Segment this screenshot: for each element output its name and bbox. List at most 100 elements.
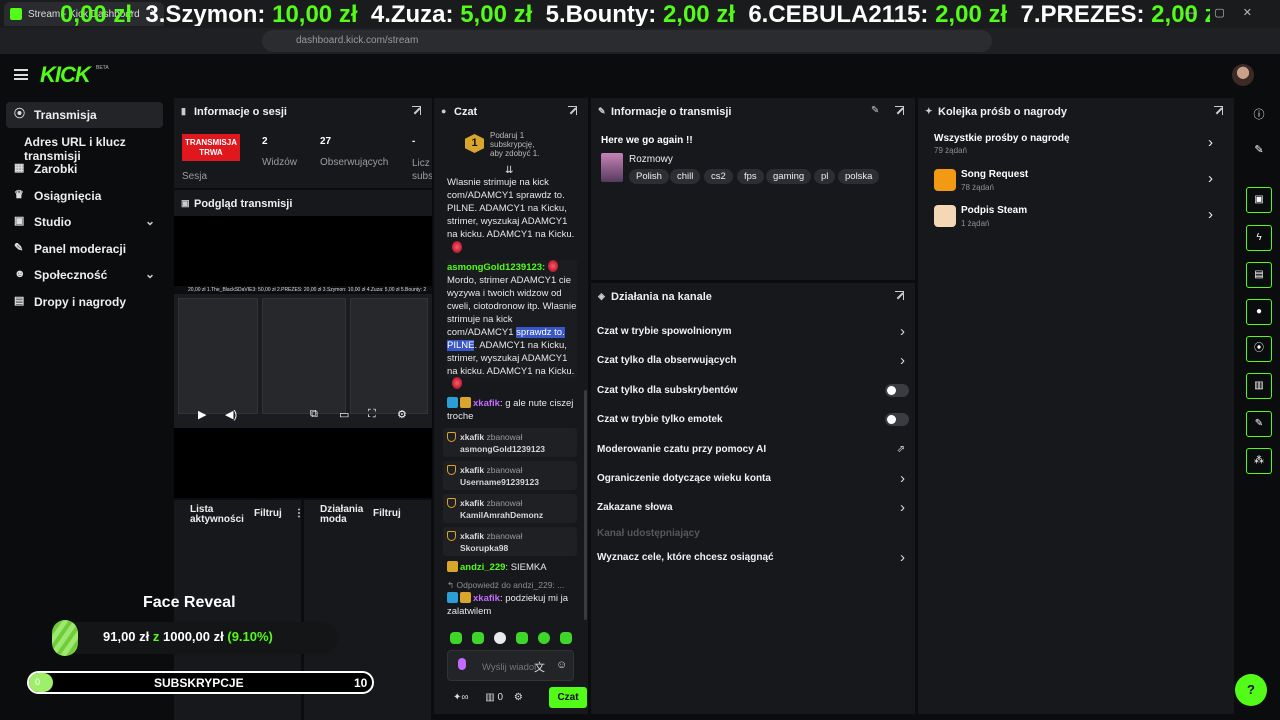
chevron-right-icon: › [900, 549, 905, 566]
emote-icon[interactable] [450, 632, 462, 644]
banned-user[interactable]: KamilAmrahDemonz [460, 510, 543, 520]
sidebar-item-osiagniecia[interactable]: ♛ Osiągnięcia [6, 183, 163, 209]
emote-icon[interactable] [538, 632, 550, 644]
account-age-setting[interactable]: Ograniczenie dotyczące wieku konta › [597, 470, 909, 487]
sidebar-item-panel-moderacji[interactable]: ✎ Panel moderacji [6, 236, 163, 262]
expand-icon[interactable] [895, 291, 904, 300]
translate-icon[interactable]: 文 [534, 659, 545, 675]
gear-icon[interactable]: ⚙ [514, 692, 523, 703]
filter-button[interactable]: Filtruj [254, 509, 282, 519]
slow-mode-setting[interactable]: Czat w trybie spowolnionym › [597, 323, 909, 340]
sidebar-item-dropy[interactable]: ▤ Dropy i nagrody [6, 289, 163, 315]
drag-handle-icon[interactable]: ⋮ [294, 509, 304, 519]
share-icon[interactable]: ⁂ [1246, 448, 1272, 474]
chat-username[interactable]: xkafik [473, 398, 500, 409]
set-goals-setting[interactable]: Wyznacz cele, które chcesz osiągnąć › [597, 549, 909, 566]
ticker-name: PREZES: [1040, 4, 1145, 26]
filter-button[interactable]: Filtruj [373, 509, 401, 519]
stream-preview-frame[interactable]: 20,00 zł 1.The_BlackSDaVIE3: 50,00 zł 2.… [174, 286, 432, 428]
window-controls[interactable]: —▢✕ [1185, 6, 1270, 19]
chat-bubble-icon[interactable]: ● [1246, 299, 1272, 325]
expand-icon[interactable] [895, 106, 904, 115]
gear-icon[interactable]: ⚙ [397, 408, 407, 421]
banned-user[interactable]: Username91239123 [460, 477, 539, 487]
stream-tag[interactable]: fps [737, 169, 764, 184]
avatar[interactable] [1232, 64, 1254, 86]
expand-icon[interactable] [412, 106, 421, 115]
category-thumbnail [601, 153, 623, 182]
sidebar-item-label: Studio [34, 215, 72, 229]
sidebar-item-studio[interactable]: ▣ Studio ⌄ [6, 209, 163, 235]
emoji-icon[interactable]: ☺ [556, 659, 567, 671]
external-link-icon: ⇗ [896, 444, 905, 455]
sidebar-item-label: Społeczność [34, 268, 108, 282]
stream-tag[interactable]: Polish [629, 169, 669, 184]
emote-icon[interactable] [494, 632, 506, 644]
followers-only-setting[interactable]: Czat tylko dla obserwujących › [597, 352, 909, 369]
expand-icon[interactable] [1214, 106, 1223, 115]
info-icon[interactable]: ⓘ [1250, 106, 1268, 124]
wrench-icon[interactable]: ✎ [1246, 411, 1272, 437]
theater-icon[interactable]: ▭ [339, 408, 349, 421]
send-chat-button[interactable]: Czat [549, 687, 587, 708]
kick-logo[interactable]: KICK [40, 62, 91, 88]
pencil-icon[interactable]: ✎ [1250, 143, 1268, 161]
subscribers-only-toggle[interactable] [885, 384, 909, 397]
reply-reference[interactable]: ↰ Odpowiedź do andzi_229: ... [447, 579, 577, 592]
emote-icon[interactable] [560, 632, 572, 644]
fullscreen-icon[interactable]: ⛶ [368, 408, 376, 421]
pinned-message[interactable]: Podaruj 1 subskrypcję, aby zdobyć 1. [490, 131, 546, 158]
emote-icon[interactable] [472, 632, 484, 644]
points-icon: ▥ [485, 692, 495, 703]
reward-name[interactable]: Podpis Steam [961, 205, 1027, 216]
banned-user[interactable]: asmongGold1239123 [460, 444, 545, 454]
stream-tag[interactable]: cs2 [704, 169, 733, 184]
banned-words-setting[interactable]: Zakazane słowa › [597, 499, 909, 516]
emote-icon[interactable] [516, 632, 528, 644]
stream-tag[interactable]: polska [838, 169, 880, 184]
dashboard-layout-icon[interactable]: ▣ [1246, 187, 1272, 213]
reward-name[interactable]: Song Request [961, 169, 1028, 180]
all-requests-label[interactable]: Wszystkie prośby o nagrodę [934, 133, 1070, 144]
chevron-right-icon[interactable]: › [1208, 134, 1213, 151]
volume-icon[interactable]: ◀) [225, 408, 237, 421]
chat-username[interactable]: asmongGold1239123: [447, 262, 545, 273]
chevron-right-icon[interactable]: › [1208, 170, 1213, 187]
sidebar-item-spolecznosc[interactable]: ☻ Społeczność ⌄ [6, 262, 163, 288]
support-chat-icon[interactable]: ? [1235, 674, 1267, 706]
chat-input-box[interactable]: 文 ☺ [447, 650, 574, 681]
url-field[interactable]: dashboard.kick.com/stream [262, 30, 992, 52]
scroll-down-icon[interactable]: ⇊ [505, 165, 513, 176]
gift-icon[interactable]: ✦∞ [453, 692, 469, 703]
chat-scrollbar[interactable] [584, 390, 587, 620]
play-icon[interactable]: ▶ [198, 408, 206, 421]
queue-icon[interactable]: ▥ [1246, 373, 1272, 399]
sidebar-item-stream-url-key[interactable]: Adres URL i klucz transmisji [6, 129, 163, 163]
ticker-name: Zuza: [390, 4, 454, 26]
hamburger-menu-icon[interactable] [14, 69, 28, 80]
chevron-right-icon: › [900, 470, 905, 487]
chat-username[interactable]: andzi_229 [460, 562, 505, 573]
chat-username[interactable]: xkafik [473, 593, 500, 604]
emote-only-toggle[interactable] [885, 413, 909, 426]
broadcast-icon[interactable]: ⦿ [1246, 336, 1272, 362]
chevron-right-icon[interactable]: › [1208, 206, 1213, 223]
sidebar-item-zarobki[interactable]: ▦ Zarobki [6, 156, 163, 182]
microphone-icon[interactable] [458, 658, 466, 670]
ai-moderation-setting[interactable]: Moderowanie czatu przy pomocy AI ⇗ [597, 444, 909, 455]
document-icon[interactable]: ▤ [1246, 262, 1272, 288]
banned-user[interactable]: Skorupka98 [460, 543, 508, 553]
chat-message: andzi_229: SIEMKA [447, 561, 577, 574]
steam-signature-icon [934, 205, 956, 227]
rewards-icon: ✦ [925, 106, 933, 116]
lightning-icon[interactable]: ϟ [1246, 225, 1272, 251]
pip-icon[interactable]: ⧉ [310, 408, 318, 421]
expand-icon[interactable] [568, 106, 577, 115]
setting-label: Moderowanie czatu przy pomocy AI [597, 444, 767, 455]
sidebar-item-transmisja[interactable]: ⦿ Transmisja [6, 102, 163, 128]
stream-tag[interactable]: gaming [766, 169, 812, 184]
edit-icon[interactable]: ✎ [871, 105, 879, 116]
stream-tag[interactable]: chill [670, 169, 701, 184]
chat-message-input[interactable] [482, 655, 537, 679]
stream-tag[interactable]: pl [814, 169, 836, 184]
